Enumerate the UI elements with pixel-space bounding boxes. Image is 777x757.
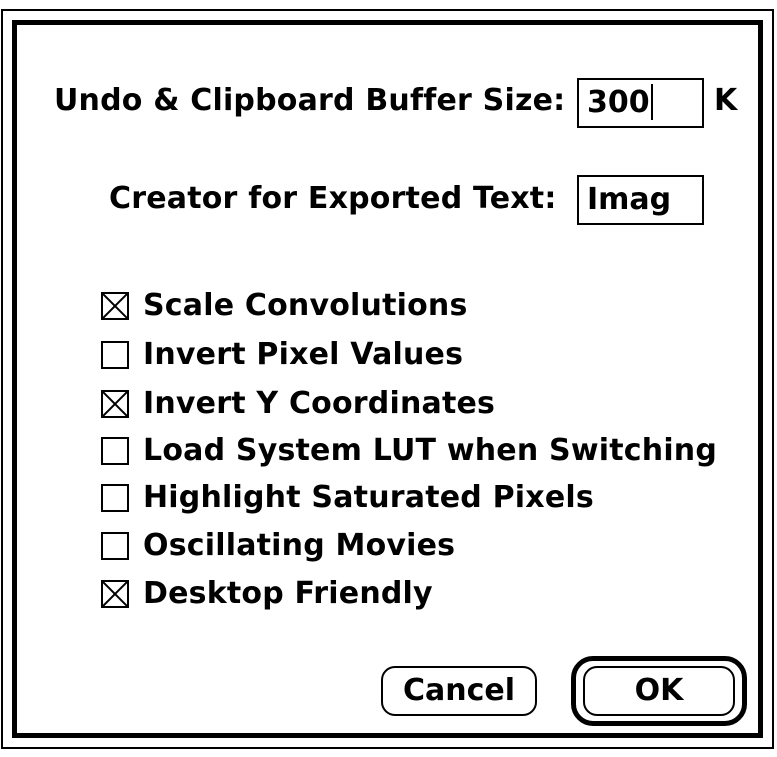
buffer-size-label: Undo & Clipboard Buffer Size: bbox=[54, 83, 566, 118]
option-label: Invert Y Coordinates bbox=[143, 386, 496, 421]
checkmark-x-icon bbox=[103, 486, 127, 510]
option-scale-convolutions[interactable]: Scale Convolutions bbox=[101, 286, 468, 326]
checkbox[interactable] bbox=[101, 437, 129, 465]
cancel-button[interactable]: Cancel bbox=[381, 666, 537, 716]
option-label: Load System LUT when Switching bbox=[143, 433, 718, 468]
option-oscillating-movies[interactable]: Oscillating Movies bbox=[101, 526, 455, 566]
option-label: Desktop Friendly bbox=[143, 576, 433, 611]
option-invert-pixel-values[interactable]: Invert Pixel Values bbox=[101, 335, 463, 375]
buffer-size-input[interactable]: 300 bbox=[577, 78, 704, 128]
text-caret bbox=[650, 83, 653, 120]
option-label: Highlight Saturated Pixels bbox=[143, 480, 594, 515]
option-label: Oscillating Movies bbox=[143, 528, 456, 563]
option-desktop-friendly[interactable]: Desktop Friendly bbox=[101, 574, 433, 614]
option-highlight-saturated[interactable]: Highlight Saturated Pixels bbox=[101, 478, 594, 518]
buffer-size-unit: K bbox=[714, 83, 738, 118]
option-invert-y-coordinates[interactable]: Invert Y Coordinates bbox=[101, 384, 495, 424]
checkmark-x-icon bbox=[103, 343, 127, 367]
option-load-system-lut[interactable]: Load System LUT when Switching bbox=[101, 431, 717, 471]
buffer-size-value: 300 bbox=[587, 85, 650, 120]
checkbox[interactable] bbox=[101, 484, 129, 512]
creator-input[interactable]: Imag bbox=[577, 175, 704, 225]
checkbox[interactable] bbox=[101, 341, 129, 369]
ok-button[interactable]: OK bbox=[583, 666, 735, 716]
checkmark-x-icon bbox=[103, 534, 127, 558]
checkmark-x-icon bbox=[103, 392, 127, 416]
creator-value: Imag bbox=[587, 182, 672, 217]
checkbox[interactable] bbox=[101, 532, 129, 560]
checkbox[interactable] bbox=[101, 390, 129, 418]
checkbox[interactable] bbox=[101, 292, 129, 320]
creator-label: Creator for Exported Text: bbox=[109, 181, 557, 216]
checkmark-x-icon bbox=[103, 294, 127, 318]
option-label: Scale Convolutions bbox=[143, 288, 468, 323]
checkmark-x-icon bbox=[103, 439, 127, 463]
checkmark-x-icon bbox=[103, 582, 127, 606]
checkbox[interactable] bbox=[101, 580, 129, 608]
option-label: Invert Pixel Values bbox=[143, 337, 464, 372]
